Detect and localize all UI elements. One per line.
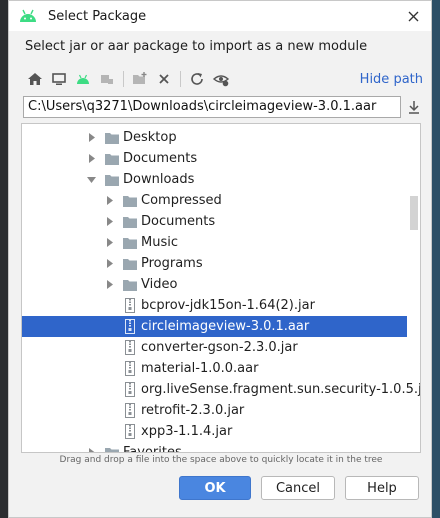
tree-row-label: Favorites [123,445,182,453]
archive-file-icon [122,382,138,398]
tree-folder-row[interactable]: Music [22,232,407,253]
cancel-button[interactable]: Cancel [261,476,335,500]
tree-folder-row[interactable]: Documents [22,148,407,169]
archive-file-icon [122,361,138,377]
chevron-right-icon[interactable] [86,448,96,452]
tree-row-label: Documents [123,151,198,166]
module-button[interactable] [95,67,119,91]
tree-file-row[interactable]: retrofit-2.3.0.jar [22,400,407,421]
delete-icon [159,74,169,84]
folder-icon [104,445,120,452]
folder-icon [122,277,138,293]
drag-drop-hint: Drag and drop a file into the space abov… [59,455,383,465]
tree-folder-row[interactable]: Downloads [22,169,407,190]
chevron-right-icon[interactable] [86,154,96,164]
chevron-down-icon[interactable] [86,175,96,185]
chevron-right-icon[interactable] [104,217,114,227]
project-button[interactable] [71,67,95,91]
tree-file-row[interactable]: org.liveSense.fragment.sun.security-1.0.… [22,379,420,400]
tree-row-label: bcprov-jdk15on-1.64(2).jar [141,298,315,313]
refresh-button[interactable] [185,67,209,91]
background-window-right [432,0,440,518]
new-folder-icon [133,72,147,84]
background-window-left [0,0,8,518]
refresh-icon [191,73,203,85]
tree-file-row[interactable]: material-1.0.0.aar [22,358,407,379]
ok-button[interactable]: OK [179,476,251,500]
show-hidden-button[interactable] [209,67,233,91]
select-package-dialog: Select Package Select jar or aar package… [8,0,432,518]
archive-file-icon [122,298,138,314]
close-button[interactable] [395,1,431,31]
path-history-button[interactable] [405,98,423,116]
tree-row-label: Compressed [141,193,222,208]
download-arrow-icon [409,101,419,114]
tree-row-label: circleimageview-3.0.1.aar [141,319,310,334]
home-button[interactable] [23,67,47,91]
desktop-button[interactable] [47,67,71,91]
tree-file-row[interactable]: converter-gson-2.3.0.jar [22,337,407,358]
tree-folder-row[interactable]: Compressed [22,190,407,211]
instruction-text: Select jar or aar package to import as a… [25,39,368,54]
hide-path-link[interactable]: Hide path [360,72,423,87]
tree-folder-row[interactable]: Video [22,274,407,295]
chevron-right-icon[interactable] [104,280,114,290]
tree-folder-row[interactable]: Desktop [22,127,407,148]
title-bar: Select Package [9,1,431,31]
desktop-icon [52,73,66,85]
folder-icon [104,172,120,188]
tree-row-label: Downloads [123,172,195,187]
android-logo-icon [20,9,36,22]
folder-icon [122,214,138,230]
toolbar-separator [180,71,181,87]
dialog-title: Select Package [48,8,147,24]
chevron-right-icon[interactable] [86,133,96,143]
chevron-right-icon[interactable] [104,238,114,248]
tree-row-label: Video [141,277,178,292]
new-folder-button[interactable] [128,67,152,91]
tree-row-label: Desktop [123,130,177,145]
tree-row-label: org.liveSense.fragment.sun.security-1.0.… [141,382,421,397]
folder-icon [122,193,138,209]
tree-folder-row[interactable]: Programs [22,253,407,274]
chevron-right-icon[interactable] [104,196,114,206]
module-icon [101,75,113,84]
tree-row-label: converter-gson-2.3.0.jar [141,340,298,355]
home-icon [28,73,42,85]
chevron-right-icon[interactable] [104,259,114,269]
archive-file-icon [122,403,138,419]
toolbar-separator [123,71,124,87]
tree-file-row[interactable]: bcprov-jdk15on-1.64(2).jar [22,295,407,316]
tree-row-label: Documents [141,214,216,229]
android-icon [77,74,89,84]
tree-row-label: material-1.0.0.aar [141,361,259,376]
tree-row-label: Programs [141,256,203,271]
tree-folder-row[interactable]: Documents [22,211,407,232]
folder-icon [122,235,138,251]
tree-row-label: retrofit-2.3.0.jar [141,403,245,418]
tree-row-label: Music [141,235,178,250]
tree-file-row[interactable]: xpp3-1.1.4.jar [22,421,407,442]
help-button[interactable]: Help [345,476,419,500]
tree-folder-row[interactable]: Favorites [22,442,407,453]
archive-file-icon [122,424,138,440]
tree-file-row[interactable]: circleimageview-3.0.1.aar [22,316,407,337]
show-hidden-icon [213,75,229,87]
archive-file-icon [122,340,138,356]
tree-row-label: xpp3-1.1.4.jar [141,424,233,439]
folder-icon [122,256,138,272]
tree-scrollbar-thumb[interactable] [410,196,418,230]
folder-icon [104,130,120,146]
close-icon [408,11,418,21]
delete-button[interactable] [152,67,176,91]
file-tree[interactable]: Desktop Documents Downloads Compressed Docum… [21,123,421,453]
archive-file-icon [122,319,138,335]
path-input[interactable]: C:\Users\q3271\Downloads\circleimageview… [23,96,401,118]
toolbar: Hide path [23,67,423,91]
folder-icon [104,151,120,167]
